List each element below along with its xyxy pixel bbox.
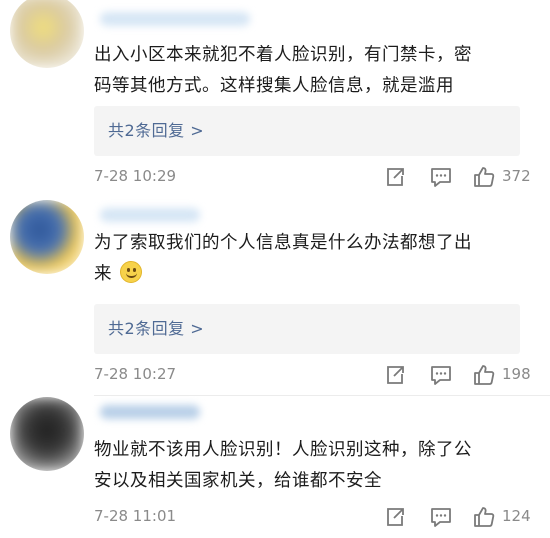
like-count: 124: [502, 507, 531, 525]
comment-text-line: 安以及相关国家机关，给谁都不安全: [94, 471, 382, 491]
comment-1: 出入小区本来就犯不着人脸识别，有门禁卡，密 码等其他方式。这样搜集人脸信息，就是…: [0, 0, 550, 200]
smile-emoji-icon: [120, 261, 143, 283]
like-count: 198: [502, 365, 531, 383]
comment-text-line: 来: [94, 259, 534, 290]
share-icon[interactable]: [383, 363, 407, 387]
avatar[interactable]: [10, 0, 84, 68]
share-icon[interactable]: [383, 505, 407, 529]
comment-text-line: 码等其他方式。这样搜集人脸信息，就是滥用: [94, 76, 454, 96]
timestamp: 7-28 10:27: [94, 365, 177, 383]
comment-3: 物业就不该用人脸识别！人脸识别这种，除了公 安以及相关国家机关，给谁都不安全 7…: [0, 395, 550, 538]
comment-text-line: 为了索取我们的个人信息真是什么办法都想了出: [94, 233, 472, 253]
thumbs-up-icon[interactable]: [472, 505, 496, 529]
username[interactable]: [100, 208, 200, 222]
username[interactable]: [100, 12, 250, 26]
comment-footer: 7-28 11:01 124: [94, 505, 534, 529]
replies-button[interactable]: 共2条回复 >: [94, 106, 520, 156]
like-count: 372: [502, 167, 531, 185]
timestamp: 7-28 11:01: [94, 507, 177, 525]
comment-icon[interactable]: [429, 165, 453, 189]
comment-icon[interactable]: [429, 363, 453, 387]
avatar[interactable]: [10, 200, 84, 274]
comment-text: 出入小区本来就犯不着人脸识别，有门禁卡，密 码等其他方式。这样搜集人脸信息，就是…: [94, 40, 534, 102]
comment-footer: 7-28 10:27 198: [94, 363, 534, 387]
comment-text-line: 物业就不该用人脸识别！人脸识别这种，除了公: [94, 440, 472, 460]
comment-text: 物业就不该用人脸识别！人脸识别这种，除了公 安以及相关国家机关，给谁都不安全: [94, 435, 534, 497]
username[interactable]: [100, 405, 200, 419]
avatar[interactable]: [10, 397, 84, 471]
comment-text-line: 出入小区本来就犯不着人脸识别，有门禁卡，密: [94, 45, 472, 65]
comment-2: 为了索取我们的个人信息真是什么办法都想了出 来 共2条回复 > 7-28 10:…: [0, 200, 550, 390]
comment-icon[interactable]: [429, 505, 453, 529]
thumbs-up-icon[interactable]: [472, 165, 496, 189]
comment-text: 为了索取我们的个人信息真是什么办法都想了出 来: [94, 228, 534, 290]
replies-button[interactable]: 共2条回复 >: [94, 304, 520, 354]
share-icon[interactable]: [383, 165, 407, 189]
thumbs-up-icon[interactable]: [472, 363, 496, 387]
comment-footer: 7-28 10:29 372: [94, 165, 534, 189]
timestamp: 7-28 10:29: [94, 167, 177, 185]
